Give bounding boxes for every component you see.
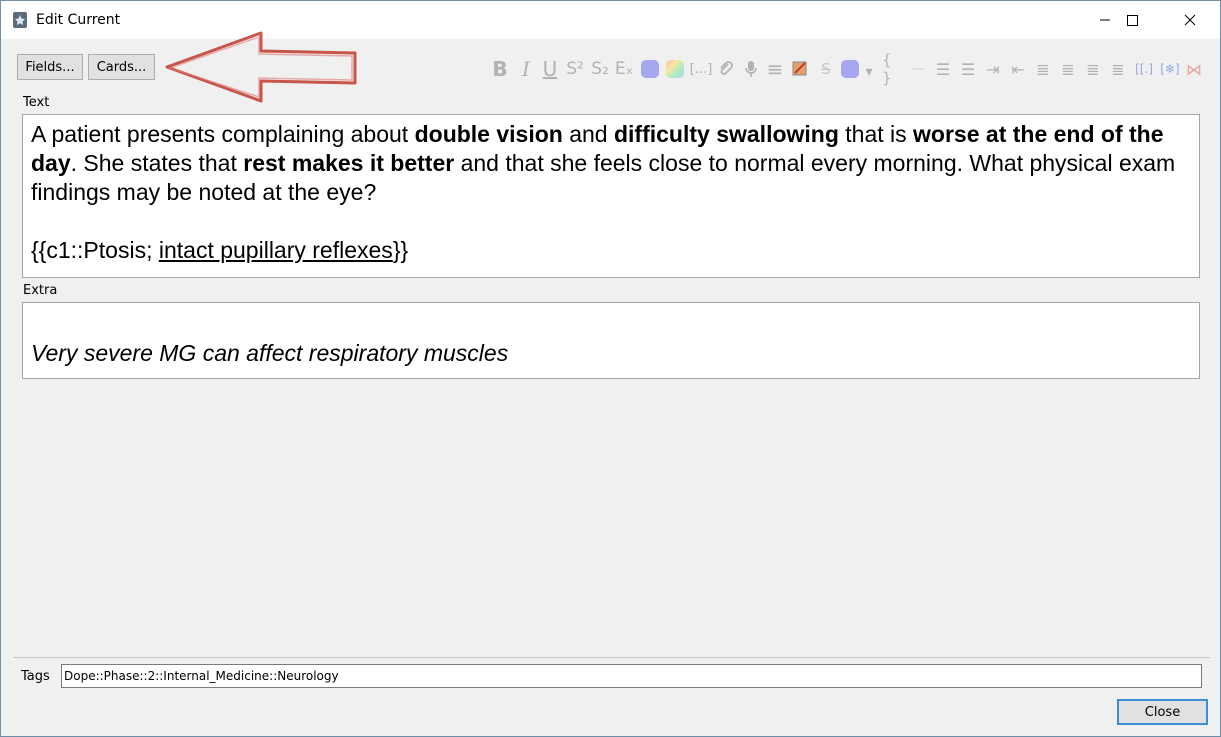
text-color-icon[interactable] [639,55,661,83]
edit-current-window: Edit Current Fields... Cards... B I U S²… [0,0,1221,737]
cloze-icon[interactable]: [...] [688,55,714,83]
outdent-icon[interactable]: ⇤ [1007,55,1029,83]
code-icon[interactable]: { } [882,51,904,87]
image-occlusion-icon[interactable] [789,55,811,83]
align-center-icon[interactable]: ≣ [1032,55,1054,83]
more-icon[interactable]: ≡ [764,55,786,83]
color-picker-icon[interactable] [839,55,861,83]
clear-format-icon[interactable]: Eₓ [613,55,635,83]
horizontal-rule-icon[interactable]: — [907,55,929,83]
tags-input[interactable]: Dope::Phase::2::Internal_Medicine::Neuro… [61,664,1202,688]
text-segment: A patient presents complaining about [31,121,415,147]
maximize-button[interactable] [1109,1,1155,39]
strikethrough-icon[interactable]: S [815,55,837,83]
snowflake-icon[interactable]: [❄] [1157,55,1183,83]
tags-label: Tags [21,669,50,684]
cloze-line: {{c1::Ptosis; intact pupillary reflexes}… [31,236,1191,265]
text-segment: and [562,121,614,147]
extra-text: Very severe MG can affect respiratory mu… [31,340,509,366]
align-right-icon[interactable]: ≣ [1082,55,1104,83]
maximize-icon [1127,15,1138,26]
record-audio-icon[interactable] [740,55,762,83]
dropdown-icon[interactable]: ▾ [861,55,877,83]
indent-icon[interactable]: ⇥ [982,55,1004,83]
cloze-underlined-text: intact pupillary reflexes [158,237,393,263]
text-field-label: Text [23,95,50,110]
cloze-open: {{c1::Ptosis; [31,237,159,263]
cards-button[interactable]: Cards... [88,54,155,80]
close-icon [1184,14,1196,26]
remove-format-icon[interactable]: ⋈ [1183,55,1205,83]
cloze-close: }} [392,237,409,263]
text-segment: . She states that [70,150,244,176]
anki-app-icon [13,12,27,28]
window-title: Edit Current [36,12,121,28]
bold-segment: difficulty swallowing [613,121,839,147]
attach-icon[interactable] [715,55,737,83]
bullet-list-icon[interactable]: ☰ [932,55,954,83]
extra-field[interactable]: Very severe MG can affect respiratory mu… [22,302,1200,379]
annotation-arrow [165,31,357,103]
close-button[interactable]: Close [1117,699,1208,725]
bold-segment: rest makes it better [243,150,455,176]
align-left-icon[interactable]: ≣ [1057,55,1079,83]
underline-icon[interactable]: U [539,55,561,83]
divider [13,657,1210,658]
close-window-button[interactable] [1167,1,1213,39]
extra-field-label: Extra [23,283,58,298]
bold-icon[interactable]: B [489,55,511,83]
italic-icon[interactable]: I [515,55,537,83]
bold-segment: double vision [414,121,563,147]
text-field[interactable]: A patient presents complaining about dou… [22,114,1200,278]
fields-button[interactable]: Fields... [17,54,83,80]
numbered-list-icon[interactable]: ☰ [957,55,979,83]
text-segment: that is [838,121,914,147]
subscript-icon[interactable]: S₂ [589,55,611,83]
mathjax-icon[interactable]: [[.] [1131,55,1157,83]
superscript-icon[interactable]: S² [564,55,586,83]
justify-icon[interactable]: ≣ [1107,55,1129,83]
highlight-color-icon[interactable] [664,55,686,83]
